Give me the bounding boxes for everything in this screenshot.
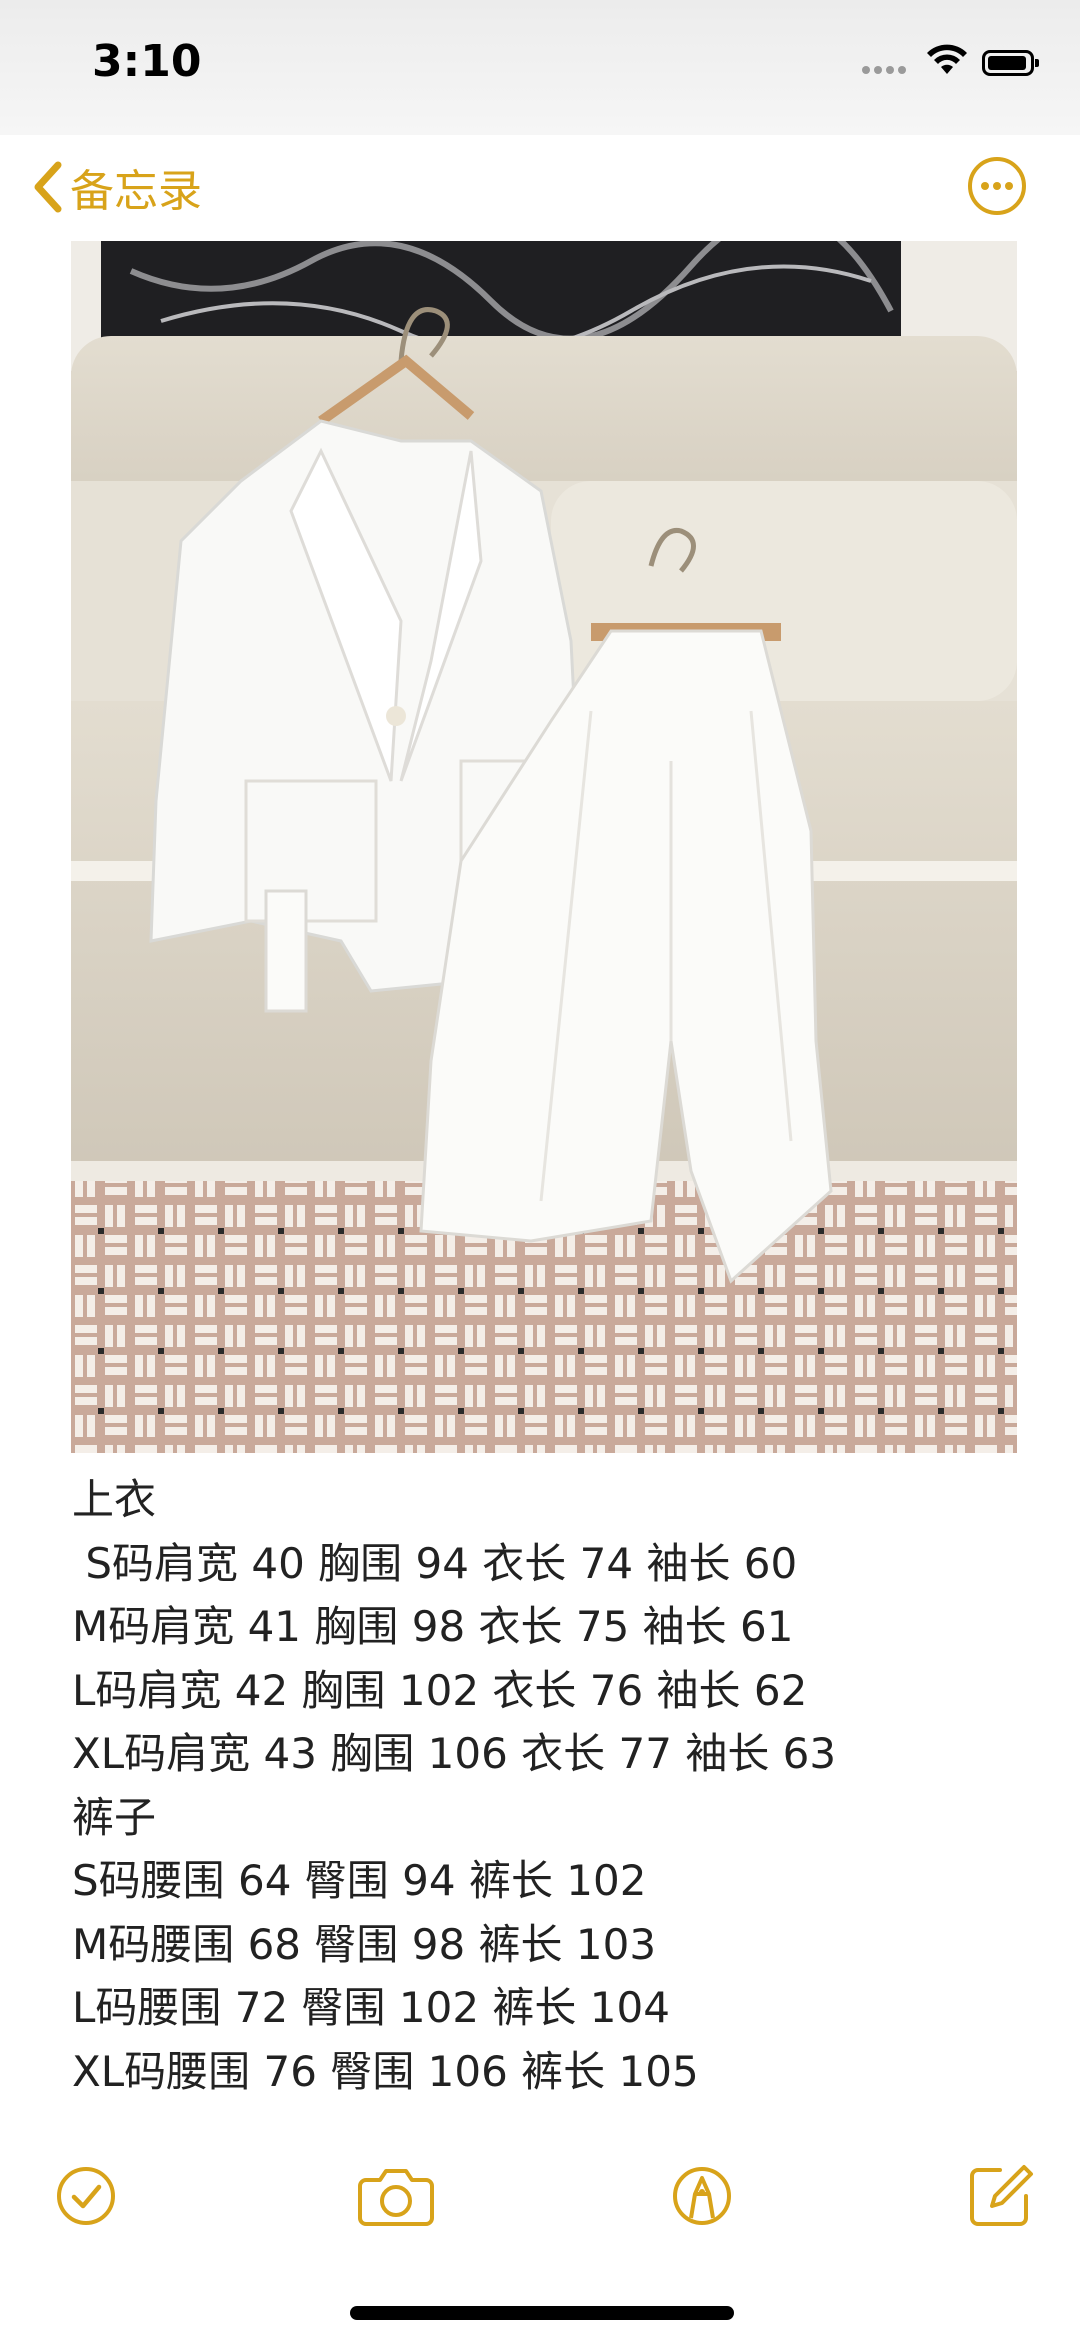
note-line: XL码腰围 76 臀围 106 裤长 105 [72, 2046, 699, 2096]
chevron-left-icon [34, 161, 62, 213]
note-line: L码腰围 72 臀围 102 裤长 104 [72, 1983, 670, 2032]
signal-dots-icon [862, 66, 910, 74]
bottom-toolbar [0, 2158, 1080, 2248]
note-line: S码腰围 64 臀围 94 裤长 102 [72, 1856, 647, 1905]
note-line: 裤子 [72, 1792, 157, 1842]
status-bar: 3:10 [0, 0, 1080, 135]
note-line: 上衣 [72, 1475, 157, 1524]
note-line: L码肩宽 42 胸围 102 衣长 76 袖长 62 [72, 1665, 808, 1715]
back-button[interactable]: 备忘录 [30, 151, 202, 223]
note-body[interactable]: 上衣 S码肩宽 40 胸围 94 衣长 74 袖长 60 M码肩宽 41 胸围 … [72, 1468, 1012, 2103]
markup-icon[interactable] [664, 2158, 740, 2234]
note-photo[interactable] [71, 241, 1017, 1453]
home-indicator [350, 2306, 734, 2320]
ellipsis-circle-icon[interactable] [966, 155, 1028, 217]
battery-icon [982, 50, 1039, 76]
compose-icon[interactable] [962, 2158, 1038, 2234]
back-label: 备忘录 [70, 166, 202, 217]
note-line: M码肩宽 41 胸围 98 衣长 75 袖长 61 [72, 1602, 794, 1651]
clothing-photo [71, 241, 1017, 1453]
note-line: M码腰围 68 臀围 98 裤长 103 [72, 1919, 657, 1969]
note-line: S码肩宽 40 胸围 94 衣长 74 袖长 60 [72, 1538, 798, 1588]
nav-bar: 备忘录 [0, 135, 1080, 241]
status-time: 3:10 [92, 36, 202, 87]
note-line: XL码肩宽 43 胸围 106 衣长 77 袖长 63 [72, 1729, 837, 1778]
wifi-icon [927, 44, 967, 74]
checklist-icon[interactable] [48, 2158, 124, 2234]
camera-icon[interactable] [354, 2158, 438, 2234]
